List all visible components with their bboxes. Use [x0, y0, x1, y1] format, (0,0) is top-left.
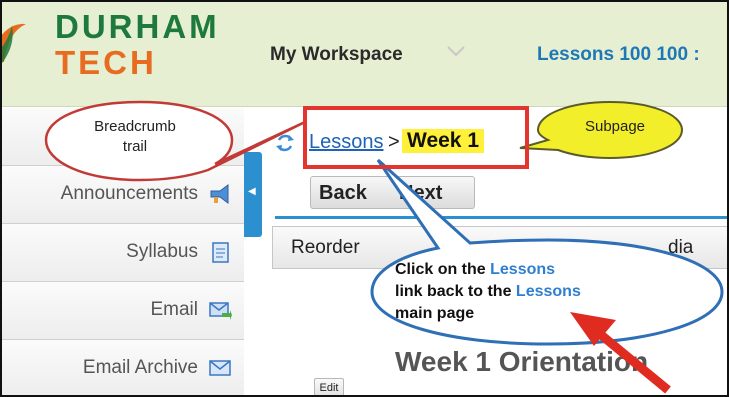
- instruction-text: Click on the: [395, 261, 491, 278]
- callout-subpage-label: Subpage: [584, 118, 646, 135]
- instruction-text: main page: [395, 305, 475, 322]
- instruction-text: link back to the: [395, 283, 516, 300]
- callout-breadcrumb-subtitle: trail: [122, 138, 148, 155]
- callout-breadcrumb-title: Breadcrumb: [94, 118, 176, 135]
- callout-instruction-text: Click on the Lessons link back to the Le…: [395, 259, 581, 325]
- instruction-link-lessons: Lessons: [490, 261, 556, 278]
- annotation-layer: [44, 100, 724, 394]
- instruction-link-lessons: Lessons: [515, 283, 581, 300]
- breadcrumb-highlight-box: [303, 106, 529, 169]
